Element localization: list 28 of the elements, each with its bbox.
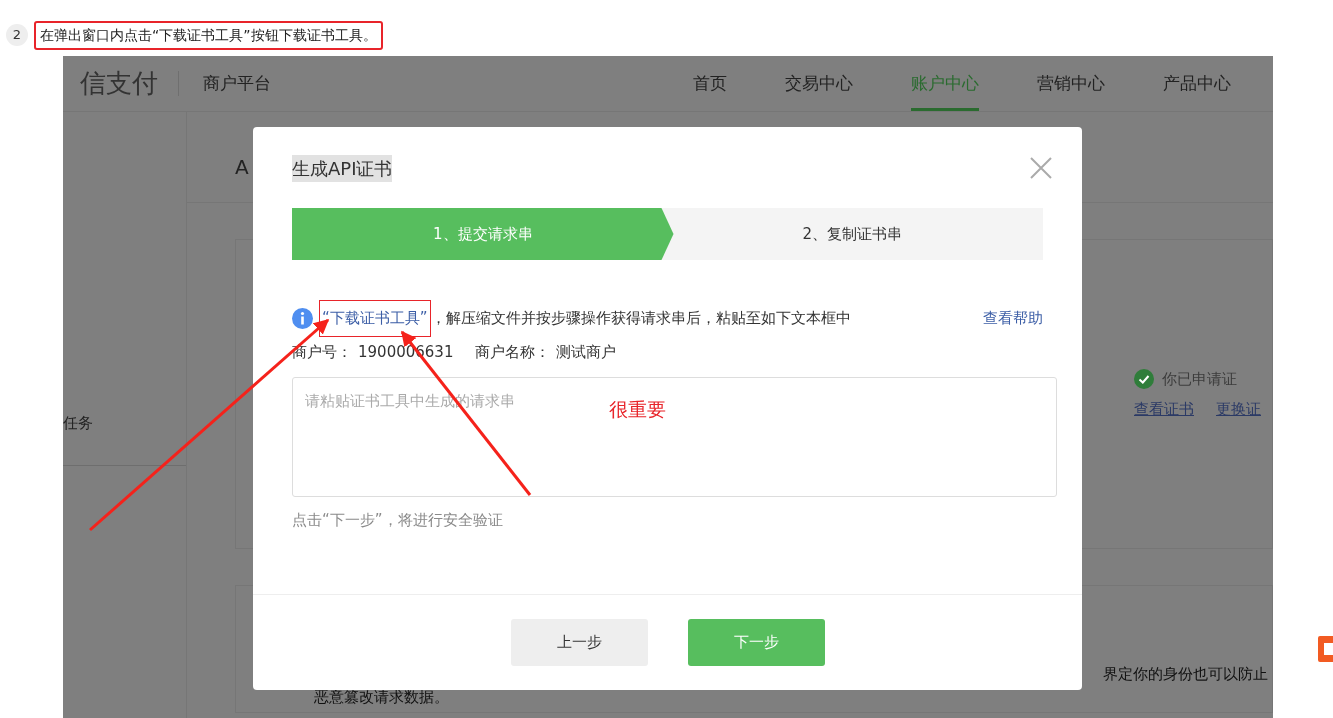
step-number: 2: [6, 24, 28, 46]
text-link[interactable]: 更换证: [1216, 398, 1261, 421]
modal-title: 生成API证书: [292, 155, 393, 182]
merchant-name: 测试商户: [556, 341, 617, 363]
check-icon: [1134, 368, 1154, 389]
step-instruction: 在弹出窗口内点击“下载证书工具”按钮下载证书工具。: [34, 20, 383, 50]
sidebar-item[interactable]: 任务: [63, 112, 186, 466]
info-icon: [292, 307, 313, 329]
close-button[interactable]: [1030, 155, 1052, 177]
nav-tab[interactable]: 交易中心: [785, 56, 853, 111]
nav-tab[interactable]: 首页: [693, 56, 727, 111]
merchant-name-label: 商户名称：: [475, 341, 551, 363]
body-text: 界定你的身份也可以防止: [1102, 664, 1268, 685]
logo-icon[interactable]: [1318, 634, 1333, 664]
next-button[interactable]: 下一步: [687, 619, 825, 666]
logo-text: 信支付: [79, 67, 158, 100]
help-link[interactable]: 查看帮助: [983, 307, 1043, 330]
nav-tab[interactable]: 产品中心: [1163, 56, 1231, 111]
download-tool-link[interactable]: “下载证书工具”: [322, 309, 428, 327]
text-link[interactable]: 查看证书: [1134, 398, 1194, 421]
body-text: 恶意篡改请求数据。: [314, 686, 450, 708]
notice-text: ，解压缩文件并按步骤操作获得请求串后，粘贴至如下文本框中: [430, 308, 851, 329]
back-button[interactable]: 上一步: [510, 619, 648, 666]
annotation-note: 很重要: [609, 397, 666, 422]
hint-text: 点击“下一步”，将进行安全验证: [292, 510, 504, 531]
status-text: 你已申请证: [1162, 368, 1237, 390]
platform-title: 商户平台: [178, 70, 271, 97]
nav-tab[interactable]: 营销中心: [1037, 56, 1105, 111]
